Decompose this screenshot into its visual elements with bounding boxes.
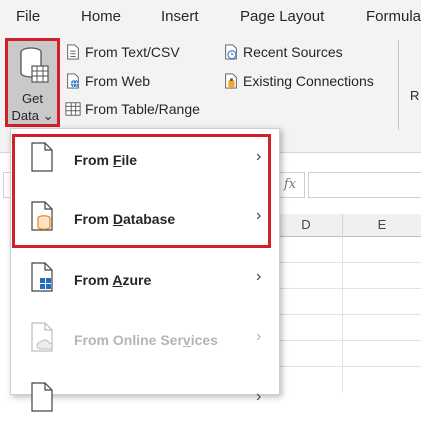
- tab-formulas[interactable]: Formula: [366, 8, 421, 25]
- chevron-down-icon: ⌄: [42, 108, 54, 123]
- menu-item-label: From Azure: [74, 272, 152, 288]
- formula-input[interactable]: [308, 172, 421, 198]
- menu-item-partial[interactable]: ›: [11, 371, 279, 429]
- get-data-dropdown: From File › From Database › From Azure ›…: [10, 128, 280, 412]
- recent-sources-label: Recent Sources: [243, 44, 343, 60]
- ribbon-group-divider: [398, 40, 399, 130]
- grid-line: [270, 262, 421, 263]
- chevron-right-icon: ›: [256, 388, 262, 405]
- menu-item-label: From Online Services: [74, 332, 218, 348]
- text-file-icon: [67, 44, 79, 60]
- database-file-icon: [31, 201, 53, 231]
- azure-file-icon: [31, 262, 53, 292]
- tab-page-layout[interactable]: Page Layout: [240, 8, 324, 25]
- from-table-range-button[interactable]: From Table/Range: [65, 101, 200, 117]
- chevron-right-icon: ›: [256, 148, 262, 165]
- from-web-label: From Web: [85, 73, 151, 89]
- chevron-right-icon: ›: [256, 207, 262, 224]
- menu-item-from-online-services[interactable]: From Online Services ›: [11, 311, 279, 369]
- grid-line: [270, 314, 421, 315]
- truncated-ribbon-label: R: [410, 88, 420, 103]
- column-header-d[interactable]: D: [270, 214, 343, 237]
- grid-line: [270, 340, 421, 341]
- tab-file[interactable]: File: [16, 8, 40, 25]
- tab-home[interactable]: Home: [81, 8, 121, 25]
- get-data-label-line2: Data ⌄: [11, 108, 54, 123]
- menu-item-label: From File: [74, 152, 138, 168]
- from-text-csv-button[interactable]: From Text/CSV: [65, 44, 180, 60]
- menu-tab-bar: File Home Insert Page Layout Formula: [0, 0, 421, 34]
- online-services-icon: [31, 322, 53, 352]
- grid-line: [270, 366, 421, 367]
- get-data-button[interactable]: Get Data ⌄: [5, 38, 60, 127]
- menu-item-from-database[interactable]: From Database ›: [11, 190, 279, 248]
- grid-line: [270, 288, 421, 289]
- column-header-e[interactable]: E: [343, 214, 421, 237]
- chevron-right-icon: ›: [256, 268, 262, 285]
- menu-item-from-file[interactable]: From File ›: [11, 131, 279, 189]
- menu-item-from-azure[interactable]: From Azure ›: [11, 251, 279, 309]
- recent-sources-button[interactable]: Recent Sources: [223, 44, 343, 60]
- get-data-label-line1: Get: [22, 91, 43, 106]
- grid-line: [342, 236, 343, 393]
- web-file-icon: [67, 73, 79, 89]
- menu-item-label: From Database: [74, 211, 176, 227]
- table-range-icon: [65, 102, 81, 116]
- file-icon: [31, 382, 53, 412]
- existing-connections-button[interactable]: Existing Connections: [223, 73, 374, 89]
- existing-connections-label: Existing Connections: [243, 73, 374, 89]
- database-table-icon: [20, 47, 49, 83]
- chevron-right-icon: ›: [256, 328, 262, 345]
- file-icon: [31, 142, 53, 172]
- recent-sources-icon: [225, 44, 237, 60]
- from-text-csv-label: From Text/CSV: [85, 44, 180, 60]
- tab-insert[interactable]: Insert: [161, 8, 199, 25]
- from-table-range-label: From Table/Range: [85, 101, 200, 117]
- existing-connections-icon: [225, 73, 237, 89]
- from-web-button[interactable]: From Web: [65, 73, 150, 89]
